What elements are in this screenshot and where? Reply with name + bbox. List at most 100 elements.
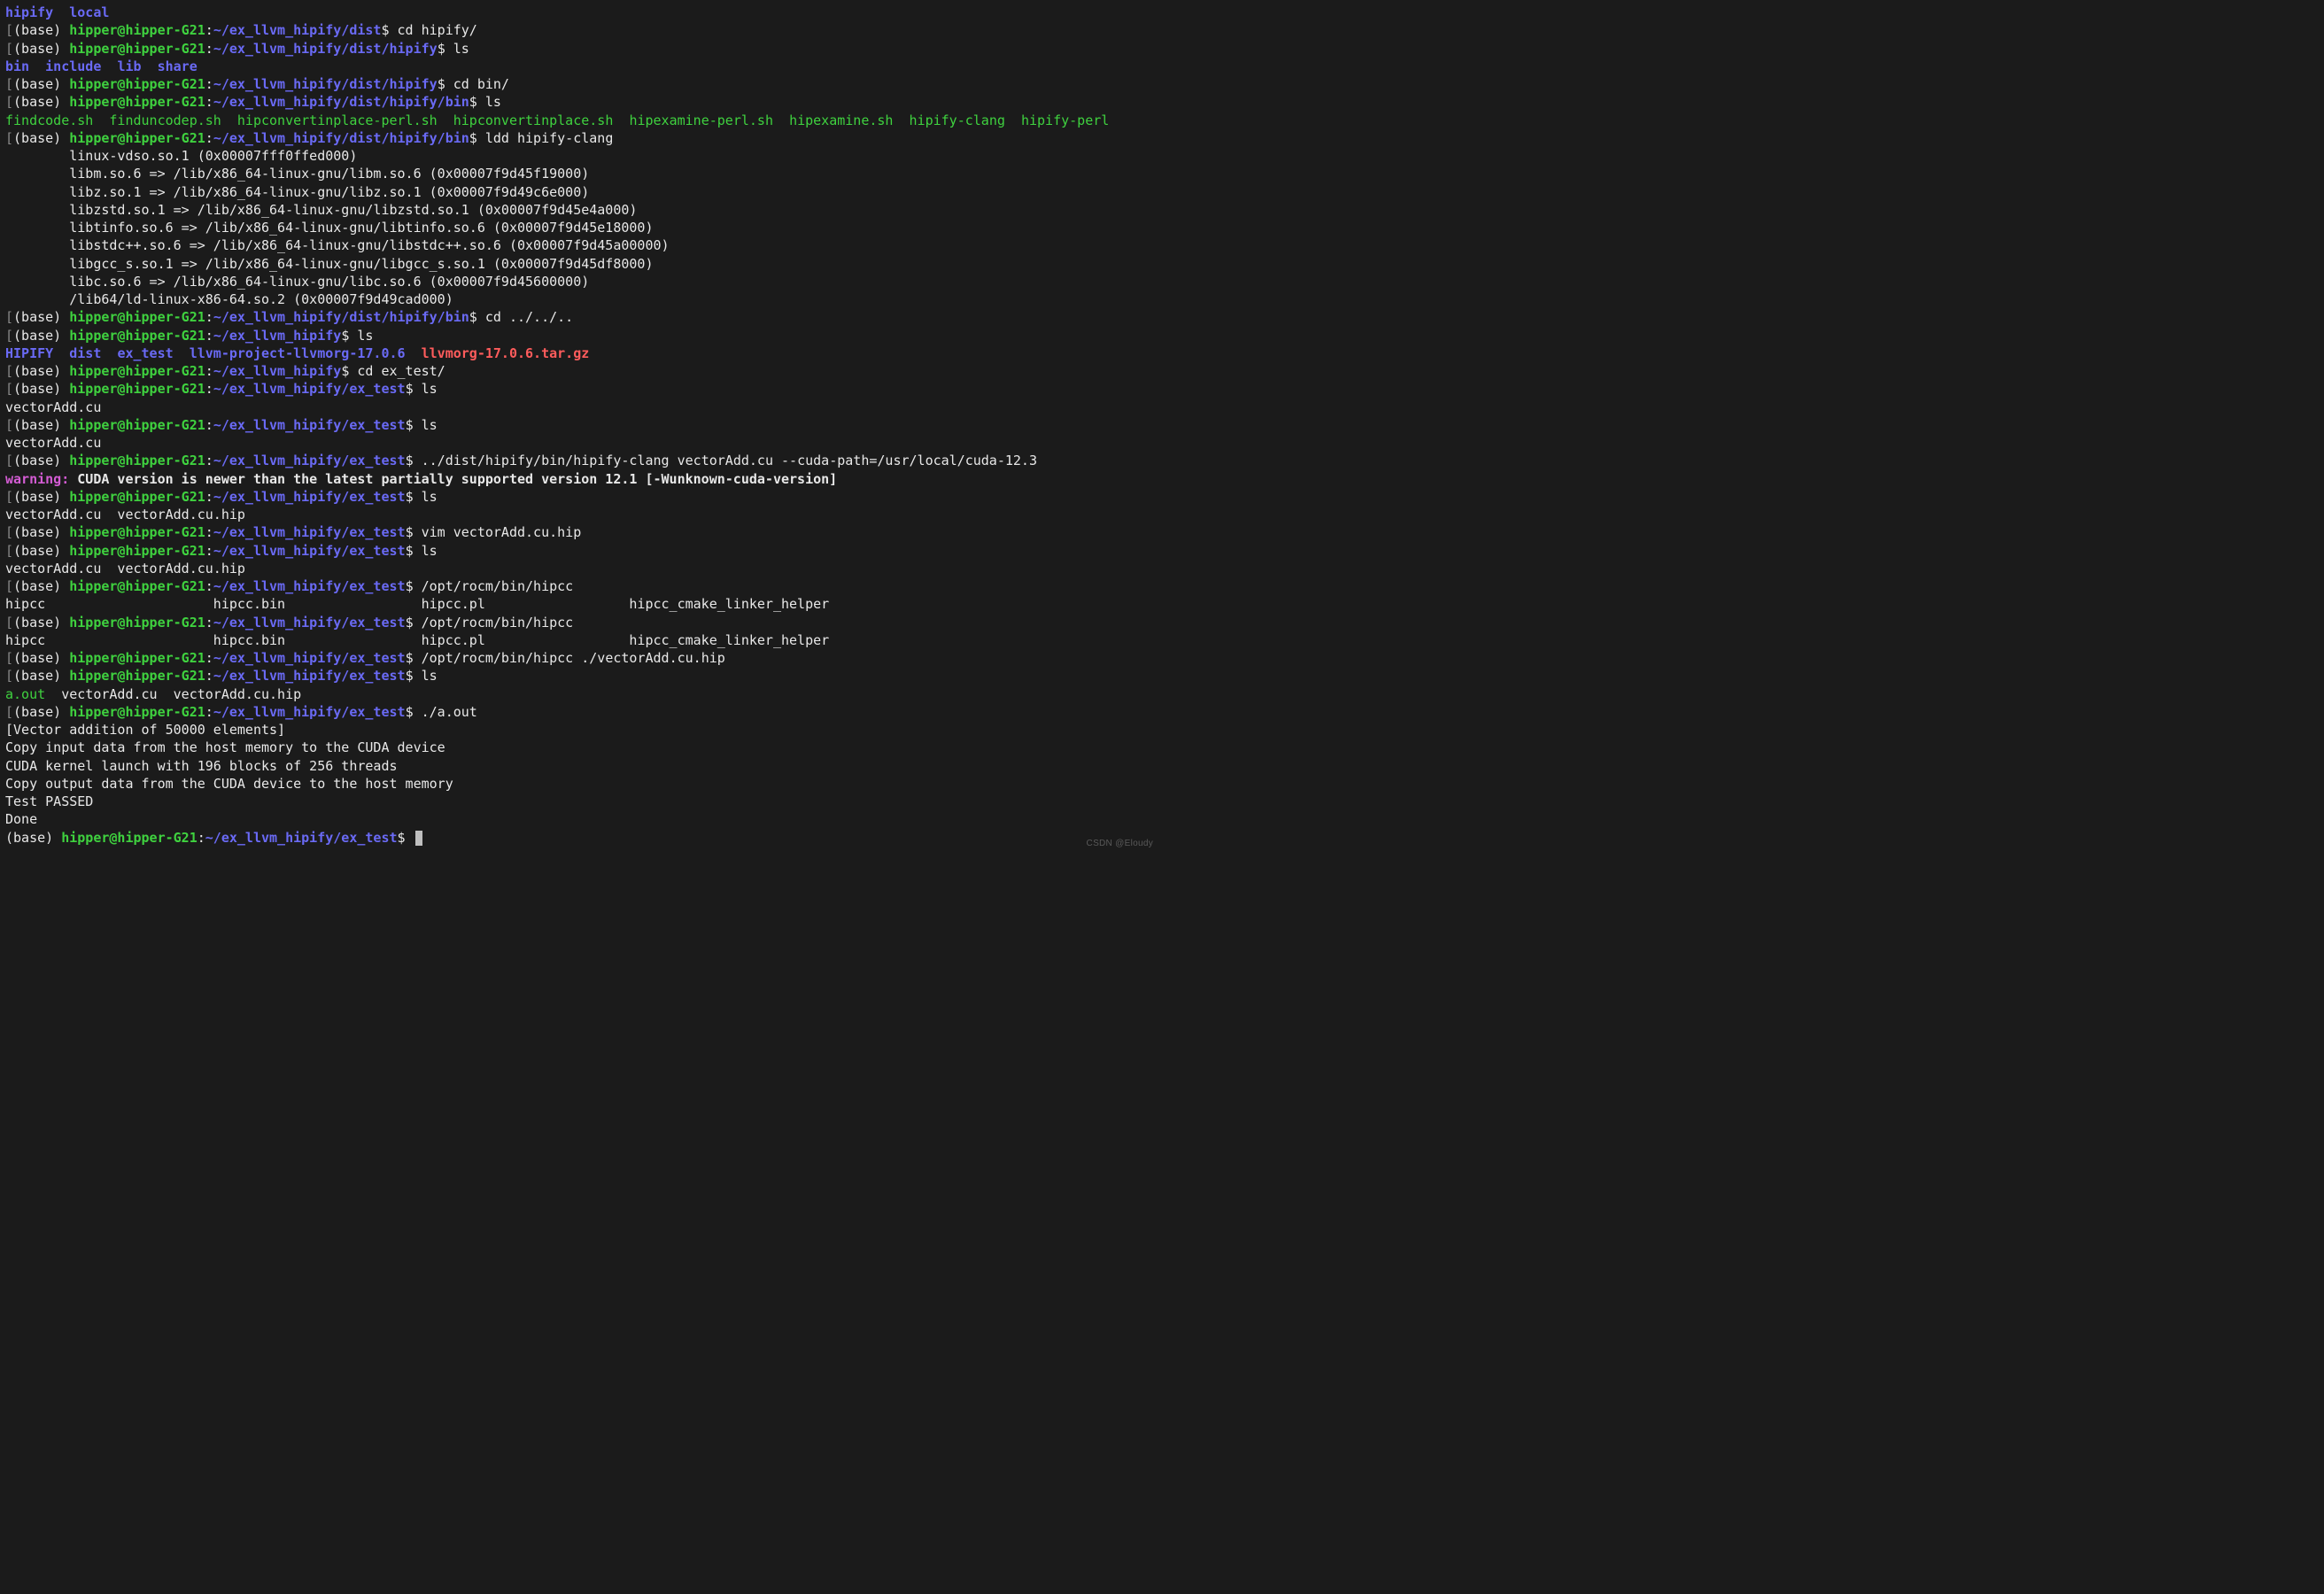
command: vim vectorAdd.cu.hip bbox=[422, 524, 582, 540]
command: ls bbox=[422, 489, 438, 505]
user-host: hipper@hipper-G21 bbox=[69, 22, 205, 38]
exec-entry: hipconvertinplace-perl.sh bbox=[237, 112, 438, 128]
cwd: ~/ex_llvm_hipify/ex_test bbox=[213, 524, 406, 540]
user-host: hipper@hipper-G21 bbox=[69, 543, 205, 559]
dir-entry: include bbox=[45, 58, 101, 74]
exec-entry: hipexamine-perl.sh bbox=[629, 112, 773, 128]
file-list: vectorAdd.cu vectorAdd.cu.hip bbox=[5, 507, 245, 522]
ldd-line: libc.so.6 => /lib/x86_64-linux-gnu/libc.… bbox=[69, 274, 589, 290]
command: ls bbox=[485, 94, 501, 110]
cwd: ~/ex_llvm_hipify/ex_test bbox=[213, 381, 406, 397]
env: (base) bbox=[5, 830, 53, 846]
env: (base) bbox=[13, 41, 61, 57]
command: ldd hipify-clang bbox=[485, 130, 614, 146]
file-list: vectorAdd.cu vectorAdd.cu.hip bbox=[61, 686, 301, 702]
user-host: hipper@hipper-G21 bbox=[69, 650, 205, 666]
command: ls bbox=[453, 41, 469, 57]
cwd: ~/ex_llvm_hipify/ex_test bbox=[213, 650, 406, 666]
user-host: hipper@hipper-G21 bbox=[69, 130, 205, 146]
dir-entry: bin bbox=[5, 58, 29, 74]
command: cd hipify/ bbox=[398, 22, 477, 38]
env: (base) bbox=[13, 704, 61, 720]
exec-entry: finduncodep.sh bbox=[109, 112, 221, 128]
program-output: Copy input data from the host memory to … bbox=[5, 739, 445, 755]
user-host: hipper@hipper-G21 bbox=[69, 615, 205, 631]
user-host: hipper@hipper-G21 bbox=[69, 704, 205, 720]
cwd: ~/ex_llvm_hipify/dist/hipify bbox=[213, 76, 438, 92]
cwd: ~/ex_llvm_hipify/ex_test bbox=[213, 489, 406, 505]
watermark: CSDN @Eloudy bbox=[1087, 838, 1153, 850]
env: (base) bbox=[13, 417, 61, 433]
exec-entry: hipify-clang bbox=[910, 112, 1005, 128]
cwd: ~/ex_llvm_hipify/ex_test bbox=[213, 417, 406, 433]
dir-entry: llvm-project-llvmorg-17.0.6 bbox=[190, 345, 406, 361]
exec-entry: a.out bbox=[5, 686, 45, 702]
dir-entry: ex_test bbox=[117, 345, 173, 361]
env: (base) bbox=[13, 22, 61, 38]
env: (base) bbox=[13, 650, 61, 666]
env: (base) bbox=[13, 309, 61, 325]
command: ls bbox=[422, 543, 438, 559]
ldd-line: libz.so.1 => /lib/x86_64-linux-gnu/libz.… bbox=[69, 184, 589, 200]
cwd: ~/ex_llvm_hipify/ex_test bbox=[213, 615, 406, 631]
cwd: ~/ex_llvm_hipify/ex_test bbox=[213, 668, 406, 684]
dir-entry: hipify bbox=[5, 4, 53, 20]
user-host: hipper@hipper-G21 bbox=[69, 668, 205, 684]
command: ls bbox=[422, 381, 438, 397]
user-host: hipper@hipper-G21 bbox=[69, 328, 205, 344]
ldd-line: libtinfo.so.6 => /lib/x86_64-linux-gnu/l… bbox=[69, 220, 653, 236]
user-host: hipper@hipper-G21 bbox=[69, 76, 205, 92]
env: (base) bbox=[13, 615, 61, 631]
env: (base) bbox=[13, 524, 61, 540]
file-entry: vectorAdd.cu bbox=[5, 399, 101, 415]
env: (base) bbox=[13, 328, 61, 344]
env: (base) bbox=[13, 489, 61, 505]
env: (base) bbox=[13, 94, 61, 110]
ldd-line: libgcc_s.so.1 => /lib/x86_64-linux-gnu/l… bbox=[69, 256, 653, 272]
exec-entry: hipify-perl bbox=[1021, 112, 1109, 128]
cwd: ~/ex_llvm_hipify/dist/hipify/bin bbox=[213, 309, 469, 325]
file-entry: vectorAdd.cu bbox=[5, 435, 101, 451]
cwd: ~/ex_llvm_hipify/ex_test bbox=[213, 453, 406, 468]
program-output: [Vector addition of 50000 elements] bbox=[5, 722, 285, 738]
env: (base) bbox=[13, 453, 61, 468]
cwd: ~/ex_llvm_hipify/dist/hipify/bin bbox=[213, 94, 469, 110]
cwd: ~/ex_llvm_hipify/ex_test bbox=[213, 578, 406, 594]
program-output: Test PASSED bbox=[5, 793, 93, 809]
command: cd ex_test/ bbox=[357, 363, 445, 379]
user-host: hipper@hipper-G21 bbox=[69, 578, 205, 594]
user-host: hipper@hipper-G21 bbox=[69, 489, 205, 505]
user-host: hipper@hipper-G21 bbox=[69, 381, 205, 397]
ldd-line: /lib64/ld-linux-x86-64.so.2 (0x00007f9d4… bbox=[69, 291, 453, 307]
command: ls bbox=[357, 328, 373, 344]
file-list: vectorAdd.cu vectorAdd.cu.hip bbox=[5, 561, 245, 576]
user-host: hipper@hipper-G21 bbox=[69, 363, 205, 379]
cwd: ~/ex_llvm_hipify/dist/hipify bbox=[213, 41, 438, 57]
exec-entry: hipconvertinplace.sh bbox=[453, 112, 614, 128]
command: /opt/rocm/bin/hipcc bbox=[422, 615, 574, 631]
user-host: hipper@hipper-G21 bbox=[61, 830, 198, 846]
warning-label: warning: bbox=[5, 471, 69, 487]
user-host: hipper@hipper-G21 bbox=[69, 453, 205, 468]
ldd-line: libm.so.6 => /lib/x86_64-linux-gnu/libm.… bbox=[69, 166, 589, 182]
program-output: Done bbox=[5, 811, 37, 827]
cwd: ~/ex_llvm_hipify/ex_test bbox=[213, 704, 406, 720]
user-host: hipper@hipper-G21 bbox=[69, 524, 205, 540]
env: (base) bbox=[13, 578, 61, 594]
cwd: ~/ex_llvm_hipify bbox=[213, 328, 342, 344]
env: (base) bbox=[13, 130, 61, 146]
env: (base) bbox=[13, 76, 61, 92]
env: (base) bbox=[13, 543, 61, 559]
user-host: hipper@hipper-G21 bbox=[69, 94, 205, 110]
archive-entry: llvmorg-17.0.6.tar.gz bbox=[422, 345, 590, 361]
user-host: hipper@hipper-G21 bbox=[69, 417, 205, 433]
command: cd bin/ bbox=[453, 76, 509, 92]
warning-msg: CUDA version is newer than the latest pa… bbox=[77, 471, 837, 487]
dir-entry: local bbox=[69, 4, 109, 20]
terminal-output[interactable]: hipify local [(base) hipper@hipper-G21:~… bbox=[0, 0, 1162, 855]
ldd-line: libzstd.so.1 => /lib/x86_64-linux-gnu/li… bbox=[69, 202, 637, 218]
dir-entry: dist bbox=[69, 345, 101, 361]
cursor-icon bbox=[415, 831, 422, 846]
dir-entry: HIPIFY bbox=[5, 345, 53, 361]
command: ../dist/hipify/bin/hipify-clang vectorAd… bbox=[422, 453, 1037, 468]
